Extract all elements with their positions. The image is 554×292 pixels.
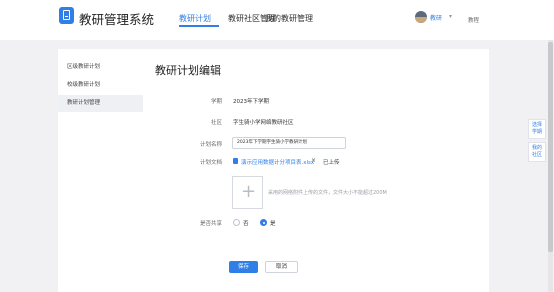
plan-doc-label: 计划文档 — [199, 160, 222, 166]
my-community-line2: 社区 — [531, 152, 542, 158]
semester-value: 2023年下学期 — [233, 99, 269, 105]
nav-tab-my-research[interactable]: 我的教研管理 — [265, 13, 313, 24]
app-title: 教研管理系统 — [79, 12, 155, 27]
nav-tab-plan[interactable]: 教研计划 — [179, 13, 211, 24]
community-label: 社区 — [210, 120, 222, 126]
share-no-label[interactable]: 否 — [243, 219, 249, 227]
share-yes-radio[interactable] — [260, 219, 267, 226]
sidebar-item-district-plan[interactable]: 区级教研计划 — [58, 59, 143, 76]
file-status: 已上传 — [323, 160, 340, 166]
help-link[interactable]: 教程 — [468, 16, 479, 24]
share-label: 是否共享 — [199, 221, 222, 227]
select-semester-line2: 学期 — [531, 129, 542, 135]
sidebar: 区级教研计划 校级教研计划 教研计划管理 — [58, 49, 143, 292]
select-semester-button[interactable]: 选择 学期 — [528, 119, 546, 139]
plan-name-input[interactable]: 2023年下学期字生骑小学教研计划 — [232, 137, 346, 149]
chevron-down-icon[interactable]: ▾ — [449, 13, 452, 20]
page-scrollbar[interactable] — [548, 40, 553, 292]
upload-button[interactable]: + — [232, 176, 263, 209]
my-community-button[interactable]: 我的 社区 — [528, 142, 546, 162]
sidebar-item-plan-management[interactable]: 教研计划管理 — [58, 95, 143, 112]
community-value: 字生骑小学网络教研社区 — [233, 120, 294, 126]
share-no-radio[interactable] — [233, 219, 240, 226]
share-yes-label[interactable]: 是 — [270, 219, 276, 227]
plan-name-label: 计划名称 — [199, 142, 222, 148]
cancel-button[interactable]: 取消 — [265, 261, 298, 273]
semester-label: 学期 — [210, 99, 222, 105]
select-semester-line1: 选择 — [531, 122, 542, 128]
sidebar-item-school-plan[interactable]: 校级教研计划 — [58, 77, 143, 94]
main-content — [143, 49, 489, 292]
nav-active-indicator — [179, 25, 219, 27]
app-logo-icon — [59, 7, 74, 24]
plus-icon: + — [241, 181, 257, 202]
uploaded-file-link[interactable]: 演示应用数据计分项目表.xlsx — [241, 158, 314, 166]
user-name[interactable]: 教研 — [430, 13, 442, 22]
top-header: 教研管理系统 教研计划 教研社区管理 我的教研管理 教研 ▾ 教程 — [0, 0, 554, 40]
save-button[interactable]: 保存 — [229, 261, 258, 273]
scrollbar-thumb[interactable] — [548, 42, 553, 252]
remove-file-icon[interactable]: × — [311, 157, 316, 164]
my-community-line1: 我的 — [531, 145, 542, 151]
page-title: 教研计划编辑 — [155, 64, 221, 77]
user-avatar[interactable] — [415, 11, 427, 23]
file-icon — [233, 158, 238, 164]
upload-hint: 采用的网络附件上传的文件，文件大小不能超过200M — [268, 190, 387, 196]
